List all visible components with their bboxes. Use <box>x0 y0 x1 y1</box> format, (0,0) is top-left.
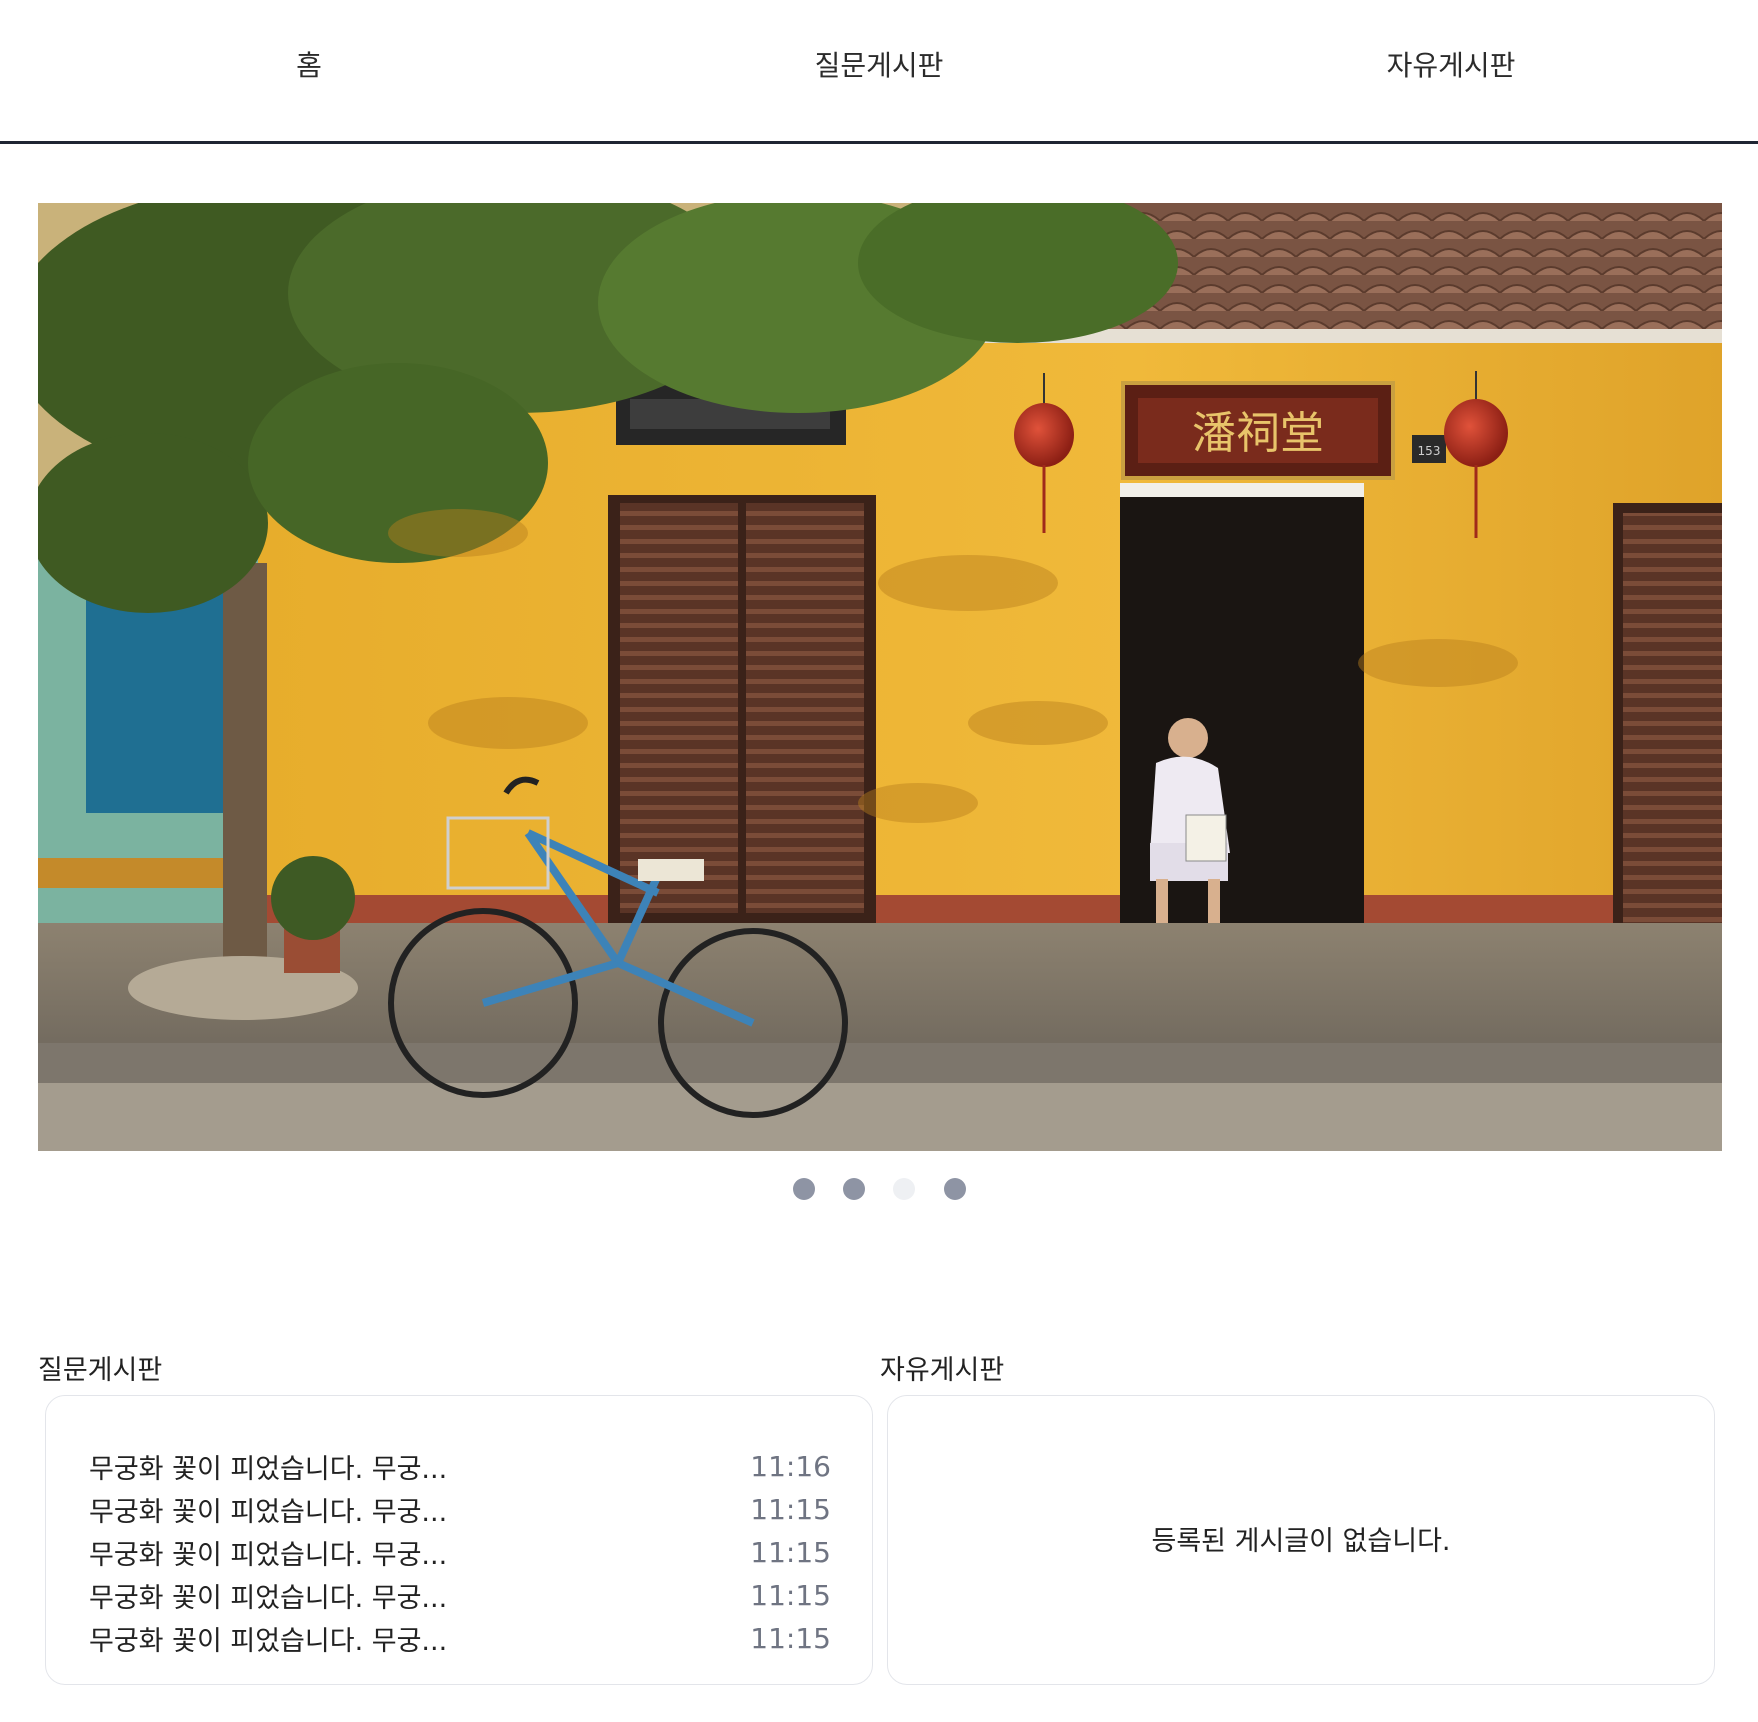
free-board-card: 등록된 게시글이 없습니다. <box>887 1395 1715 1685</box>
nav-home-link[interactable]: 홈 <box>296 44 322 84</box>
carousel-slide-image: 潘祠堂 153 <box>38 203 1722 1151</box>
post-title[interactable]: 무궁화 꽃이 피었습니다. 무궁... <box>89 1533 447 1572</box>
top-nav: 홈 질문게시판 자유게시판 <box>0 0 1758 144</box>
post-title[interactable]: 무궁화 꽃이 피었습니다. 무궁... <box>89 1576 447 1615</box>
carousel-dot-1[interactable] <box>793 1178 815 1200</box>
carousel-indicators <box>0 1178 1758 1202</box>
post-time: 11:15 <box>750 1622 831 1655</box>
qna-board-heading: 질문게시판 <box>38 1355 163 1386</box>
carousel-dot-2[interactable] <box>843 1178 865 1200</box>
nav-free-board-link[interactable]: 자유게시판 <box>1387 44 1516 84</box>
post-title[interactable]: 무궁화 꽃이 피었습니다. 무궁... <box>89 1619 447 1658</box>
post-row[interactable]: 무궁화 꽃이 피었습니다. 무궁... 11:15 <box>89 1488 831 1531</box>
nav-qna-board-link[interactable]: 질문게시판 <box>815 44 944 84</box>
house-number-text: 153 <box>1418 444 1441 458</box>
qna-post-list: 무궁화 꽃이 피었습니다. 무궁... 11:16 무궁화 꽃이 피었습니다. … <box>89 1445 831 1660</box>
free-board-heading: 자유게시판 <box>880 1355 1005 1386</box>
post-time: 11:15 <box>750 1579 831 1612</box>
post-row[interactable]: 무궁화 꽃이 피었습니다. 무궁... 11:15 <box>89 1531 831 1574</box>
empty-board-message: 등록된 게시글이 없습니다. <box>1151 1526 1451 1557</box>
post-title[interactable]: 무궁화 꽃이 피었습니다. 무궁... <box>89 1490 447 1529</box>
post-time: 11:16 <box>750 1450 831 1483</box>
post-time: 11:15 <box>750 1536 831 1569</box>
qna-board-card: 무궁화 꽃이 피었습니다. 무궁... 11:16 무궁화 꽃이 피었습니다. … <box>45 1395 873 1685</box>
hero-carousel[interactable]: 潘祠堂 153 <box>38 203 1722 1151</box>
post-time: 11:15 <box>750 1493 831 1526</box>
post-row[interactable]: 무궁화 꽃이 피었습니다. 무궁... 11:16 <box>89 1445 831 1488</box>
post-row[interactable]: 무궁화 꽃이 피었습니다. 무궁... 11:15 <box>89 1574 831 1617</box>
carousel-dot-3-active[interactable] <box>893 1178 915 1200</box>
ancestral-hall-sign-text: 潘祠堂 <box>1192 408 1324 459</box>
post-row[interactable]: 무궁화 꽃이 피었습니다. 무궁... 11:15 <box>89 1617 831 1660</box>
carousel-dot-4[interactable] <box>944 1178 966 1200</box>
post-title[interactable]: 무궁화 꽃이 피었습니다. 무궁... <box>89 1447 447 1486</box>
